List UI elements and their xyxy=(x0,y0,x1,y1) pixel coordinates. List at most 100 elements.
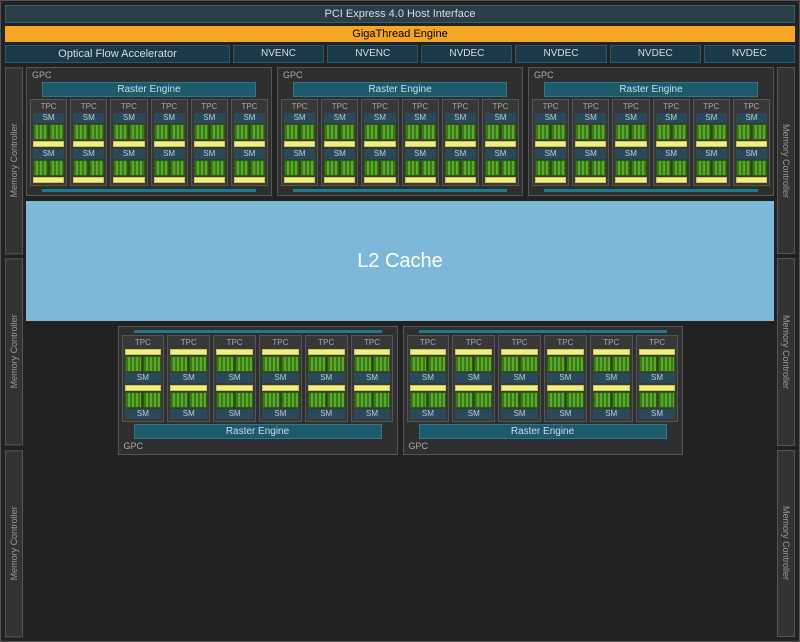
cuda-cores-icon xyxy=(615,160,630,176)
sm-cache-bar xyxy=(405,141,436,147)
tpc-label: TPC xyxy=(736,102,767,111)
cuda-cores-icon xyxy=(281,392,299,408)
cuda-cores-icon xyxy=(300,124,315,140)
sm-cache-bar xyxy=(364,141,395,147)
cuda-cores-icon xyxy=(612,356,630,372)
cuda-cores-icon xyxy=(428,392,446,408)
sm-block: SM xyxy=(593,385,630,419)
sm-label: SM xyxy=(308,373,345,383)
sm-cores xyxy=(405,124,436,140)
sm-cache-bar xyxy=(73,177,104,183)
sm-cache-bar xyxy=(736,177,767,183)
sm-label: SM xyxy=(234,113,265,123)
sm-block: SM xyxy=(364,149,395,183)
sm-cores xyxy=(696,160,727,176)
cuda-cores-icon xyxy=(129,124,144,140)
sm-cores xyxy=(33,160,64,176)
sm-block: SM xyxy=(455,385,492,419)
cuda-cores-icon xyxy=(421,124,436,140)
cuda-cores-icon xyxy=(281,356,299,372)
cuda-cores-icon xyxy=(194,160,209,176)
sm-cache-bar xyxy=(593,349,630,355)
sm-label: SM xyxy=(547,373,584,383)
sm-cache-bar xyxy=(284,141,315,147)
sm-cache-bar xyxy=(593,385,630,391)
tpc-block: TPC SM SM xyxy=(407,335,450,422)
sm-cache-bar xyxy=(547,385,584,391)
sm-block: SM xyxy=(485,113,516,147)
sm-cache-bar xyxy=(501,385,538,391)
cuda-cores-icon xyxy=(535,160,550,176)
sm-label: SM xyxy=(216,409,253,419)
sm-cores xyxy=(445,160,476,176)
sm-cache-bar xyxy=(33,141,64,147)
sm-cache-bar xyxy=(639,349,676,355)
cuda-cores-icon xyxy=(125,392,143,408)
cuda-cores-icon xyxy=(170,124,185,140)
memory-controller: Memory Controller xyxy=(777,450,795,637)
sm-label: SM xyxy=(33,113,64,123)
sm-cores xyxy=(33,124,64,140)
tpc-label: TPC xyxy=(170,338,207,347)
cuda-cores-icon xyxy=(125,356,143,372)
sm-cache-bar xyxy=(113,141,144,147)
sm-cores xyxy=(639,356,676,372)
memory-controller: Memory Controller xyxy=(5,258,23,445)
tpc-block: TPC SM SM xyxy=(110,99,147,186)
tpc-block: TPC SM SM xyxy=(693,99,730,186)
gpu-die-diagram: PCI Express 4.0 Host Interface GigaThrea… xyxy=(0,0,800,642)
sm-label: SM xyxy=(736,113,767,123)
sm-cores xyxy=(410,392,447,408)
raster-engine: Raster Engine xyxy=(293,82,507,97)
sm-cores xyxy=(364,124,395,140)
sm-cores xyxy=(308,392,345,408)
sm-cache-bar xyxy=(696,141,727,147)
sm-cache-bar xyxy=(535,177,566,183)
tpc-block: TPC SM SM xyxy=(361,99,398,186)
tpc-label: TPC xyxy=(33,102,64,111)
cuda-cores-icon xyxy=(210,124,225,140)
gpc-row-bottom: GPC Raster Engine TPC SM SM TPC SM SM xyxy=(26,326,774,455)
cuda-cores-icon xyxy=(143,392,161,408)
sm-cache-bar xyxy=(485,177,516,183)
memory-controllers-left: Memory Controller Memory Controller Memo… xyxy=(5,67,23,637)
cuda-cores-icon xyxy=(129,160,144,176)
tpc-row: TPC SM SM TPC SM SM TPC xyxy=(407,335,679,422)
cuda-cores-icon xyxy=(535,124,550,140)
sm-label: SM xyxy=(284,149,315,159)
sm-cores xyxy=(113,160,144,176)
cuda-cores-icon xyxy=(33,160,48,176)
tpc-label: TPC xyxy=(73,102,104,111)
raster-engine: Raster Engine xyxy=(419,424,667,439)
sm-cores xyxy=(535,124,566,140)
cuda-cores-icon xyxy=(89,160,104,176)
cuda-cores-icon xyxy=(736,124,751,140)
sm-cache-bar xyxy=(656,141,687,147)
sm-cache-bar xyxy=(125,349,162,355)
sm-cores xyxy=(736,124,767,140)
sm-cache-bar xyxy=(234,141,265,147)
cuda-cores-icon xyxy=(216,356,234,372)
sm-label: SM xyxy=(308,409,345,419)
sm-cores xyxy=(234,124,265,140)
cuda-cores-icon xyxy=(575,124,590,140)
sm-block: SM xyxy=(234,113,265,147)
nvdec-block: NVDEC xyxy=(515,45,606,63)
sm-label: SM xyxy=(535,149,566,159)
tpc-label: TPC xyxy=(696,102,727,111)
sm-block: SM xyxy=(575,149,606,183)
tpc-label: TPC xyxy=(639,338,676,347)
cuda-cores-icon xyxy=(712,160,727,176)
gpc-label: GPC xyxy=(122,441,394,451)
sm-cache-bar xyxy=(234,177,265,183)
sm-label: SM xyxy=(194,113,225,123)
cuda-cores-icon xyxy=(143,356,161,372)
sm-block: SM xyxy=(696,113,727,147)
cuda-cores-icon xyxy=(474,356,492,372)
sm-block: SM xyxy=(125,349,162,383)
cuda-cores-icon xyxy=(234,124,249,140)
sm-cores xyxy=(154,160,185,176)
sm-label: SM xyxy=(485,113,516,123)
sm-cores xyxy=(485,124,516,140)
cuda-cores-icon xyxy=(410,392,428,408)
